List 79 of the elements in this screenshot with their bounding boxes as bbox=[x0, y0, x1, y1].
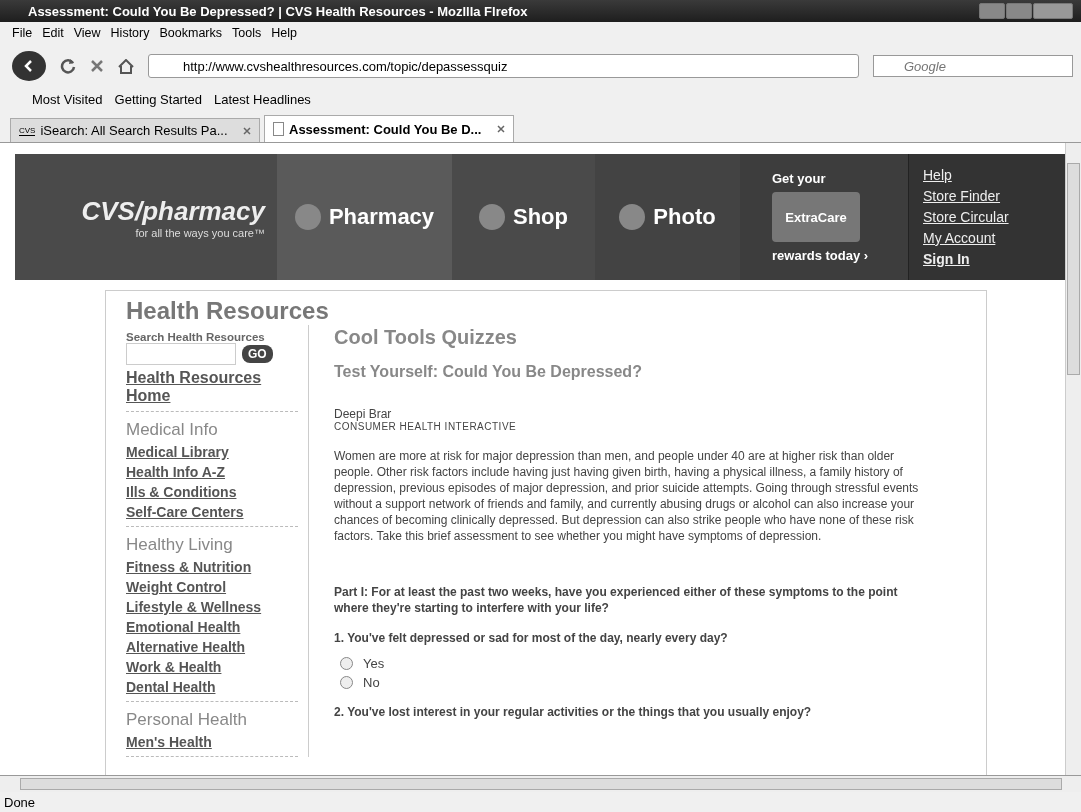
section-title: Health Resources bbox=[126, 297, 330, 325]
tab-label: iSearch: All Search Results Pa... bbox=[40, 123, 229, 138]
promo-panel[interactable]: Get your ExtraCare rewards today › bbox=[740, 154, 908, 280]
author-name: Deepi Brar bbox=[334, 407, 393, 421]
window-title: Assessment: Could You Be Depressed? | CVS Health Resources - Mozllla Flrefox bbox=[28, 3, 528, 19]
menu-item[interactable]: Help bbox=[271, 26, 297, 40]
sidebar-link[interactable]: Lifestyle & Wellness bbox=[126, 599, 262, 615]
close-button[interactable] bbox=[1033, 3, 1073, 19]
header-link[interactable]: Store Circular bbox=[923, 209, 1009, 225]
vertical-scrollbar[interactable] bbox=[1065, 143, 1081, 775]
search-field[interactable]: Google bbox=[873, 55, 1073, 77]
menu-item[interactable]: View bbox=[73, 26, 101, 40]
nav-tab[interactable]: Shop bbox=[452, 154, 595, 280]
logo: CVS/pharmacy bbox=[81, 195, 265, 227]
sidebar-link[interactable]: Self-Care Centers bbox=[126, 504, 244, 520]
browser-tab[interactable]: Assessment: Could You Be D... bbox=[264, 115, 514, 142]
radio-button[interactable] bbox=[340, 657, 353, 670]
sidebar-link[interactable]: Alternative Health bbox=[126, 639, 246, 655]
question-text: 2. You've lost interest in your regular activities or the things that you usually enjoy? bbox=[334, 704, 813, 720]
nav-tab[interactable]: Photo bbox=[595, 154, 740, 280]
header-link[interactable]: Help bbox=[923, 167, 952, 183]
sidebar-link[interactable]: Weight Control bbox=[126, 579, 227, 595]
close-tab-icon[interactable] bbox=[243, 126, 251, 135]
sidebar-link[interactable]: Emotional Health bbox=[126, 619, 241, 635]
browser-tab[interactable]: CVS iSearch: All Search Results Pa... bbox=[10, 118, 260, 142]
go-button[interactable]: GO bbox=[242, 345, 273, 363]
search-field[interactable] bbox=[126, 343, 236, 365]
menu-item[interactable]: Tools bbox=[232, 26, 262, 40]
sidebar-link[interactable]: Medical Library bbox=[126, 444, 229, 460]
option-label: No bbox=[363, 675, 380, 690]
sidebar-link[interactable]: Work & Health bbox=[126, 659, 222, 675]
menu-item[interactable]: Bookmarks bbox=[159, 26, 222, 40]
address-bar[interactable]: http://www.cvshealthresources.com/topic/depassessquiz bbox=[148, 54, 859, 78]
promo-text: rewards today › bbox=[772, 248, 869, 263]
nav-tab[interactable]: Pharmacy bbox=[277, 154, 452, 280]
stop-icon[interactable] bbox=[90, 59, 104, 73]
card-drawing: ExtraCare bbox=[772, 192, 860, 242]
tab-favicon: CVS bbox=[19, 125, 36, 136]
home-icon[interactable] bbox=[118, 58, 134, 74]
status-text: Done bbox=[4, 794, 36, 810]
question-text: 1. You've felt depressed or sad for most of the day, nearly every day? bbox=[334, 630, 729, 646]
back-button[interactable] bbox=[12, 51, 46, 81]
search-label: Search Health Resources bbox=[126, 331, 266, 343]
tagline: for all the ways you care™ bbox=[135, 226, 265, 239]
menu-item[interactable]: File bbox=[12, 26, 33, 40]
bookmark-item[interactable]: Getting Started bbox=[114, 91, 203, 107]
sidebar-link[interactable]: Dental Health bbox=[126, 679, 216, 695]
organization-name: CONSUMER HEALTH INTERACTIVE bbox=[334, 421, 518, 432]
nav-icon bbox=[619, 204, 646, 230]
sign-in-link[interactable]: Sign In bbox=[923, 251, 970, 267]
page-icon bbox=[273, 122, 284, 136]
logo-panel[interactable]: CVS/pharmacy for all the ways you care™ bbox=[15, 154, 277, 280]
nav-icon bbox=[294, 204, 321, 230]
page-subtitle: Test Yourself: Could You Be Depressed? bbox=[334, 363, 643, 381]
horizontal-scrollbar[interactable] bbox=[0, 775, 1081, 792]
sidebar-link[interactable]: Ills & Conditions bbox=[126, 484, 237, 500]
section-heading: Healthy Living bbox=[126, 535, 234, 555]
close-tab-icon[interactable] bbox=[497, 125, 505, 133]
sidebar-link[interactable]: Health Info A-Z bbox=[126, 464, 226, 480]
reload-icon[interactable] bbox=[60, 58, 76, 74]
header-link[interactable]: Store Finder bbox=[923, 188, 1001, 204]
bookmark-item[interactable]: Most Visited bbox=[32, 91, 103, 107]
promo-text: Get your bbox=[772, 171, 826, 186]
option-label: Yes bbox=[363, 656, 385, 671]
sidebar-link[interactable]: Men's Health bbox=[126, 734, 212, 750]
tab-label: Assessment: Could You Be D... bbox=[289, 121, 483, 137]
section-heading: Medical Info bbox=[126, 420, 219, 440]
intro-paragraph: Women are more at risk for major depression than men, and people under 40 are at higher risk than older people. Other risk factors include having just having given birth, having a physical illness, a family history of depression, previous episodes of major depression, and prior suicide attempts. Going through stressful events without a support network of friends and family, and currently abusing drugs or alcohol can also increase your chances of becoming clinically depressed. But depression can also strike people who have none of these risk factors. Take this brief assessment to see whether you might have symptoms of depression. bbox=[334, 448, 920, 544]
radio-button[interactable] bbox=[340, 676, 353, 689]
sidebar-link[interactable]: Fitness & Nutrition bbox=[126, 559, 252, 575]
page-heading: Cool Tools Quizzes bbox=[334, 326, 518, 349]
nav-icon bbox=[479, 204, 505, 230]
bookmark-item[interactable]: Latest Headlines bbox=[214, 91, 311, 107]
section-heading: Personal Health bbox=[126, 710, 248, 730]
header-link[interactable]: My Account bbox=[923, 230, 996, 246]
menu-item[interactable]: Edit bbox=[42, 26, 64, 40]
menu-item[interactable]: History bbox=[110, 26, 150, 40]
part-heading: Part I: For at least the past two weeks, have you experienced either of these symptoms to the point where they're starting to interfere with your life? bbox=[334, 584, 899, 616]
home-link[interactable]: Health Resources Home bbox=[126, 369, 298, 412]
